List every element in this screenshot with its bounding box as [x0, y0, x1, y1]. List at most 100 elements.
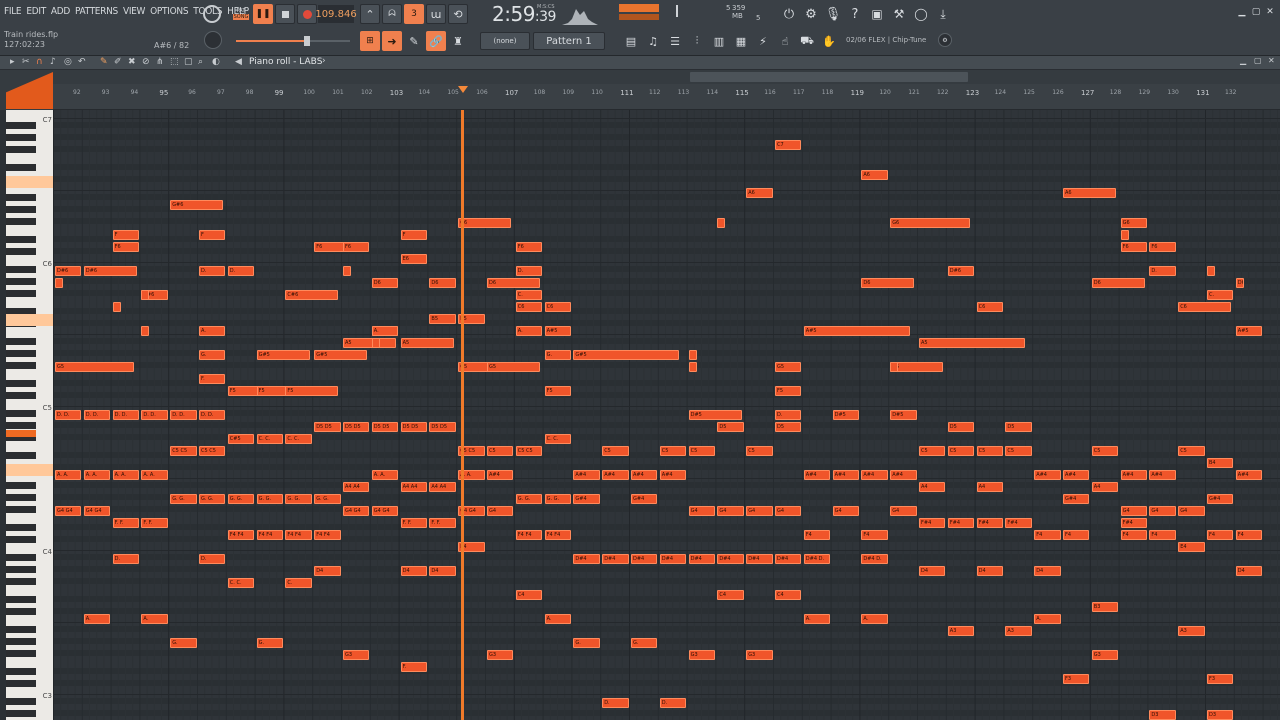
note[interactable]: D#5: [832, 410, 860, 420]
note[interactable]: A#4: [890, 470, 917, 480]
plugin-settings-icon[interactable]: ⚙: [938, 33, 952, 47]
note[interactable]: D4: [919, 566, 946, 576]
note[interactable]: D6: [1091, 278, 1145, 288]
note[interactable]: D.: [199, 266, 226, 276]
note[interactable]: C6: [515, 302, 543, 312]
note[interactable]: C.: [1207, 290, 1234, 300]
black-key[interactable]: [6, 122, 36, 129]
record-small-icon[interactable]: ◎: [64, 57, 72, 67]
time-ruler[interactable]: 92 93 94 95 96 97 98 99 100 101 102 103 104 105 106 107…: [53, 84, 1280, 110]
brush-icon[interactable]: ✐: [114, 57, 122, 67]
black-key[interactable]: [6, 338, 36, 345]
wrench-icon[interactable]: ✂: [22, 57, 30, 67]
black-key[interactable]: [6, 626, 36, 633]
note[interactable]: C5 C5: [199, 446, 226, 456]
note[interactable]: G#4: [631, 494, 658, 504]
highlighted-key[interactable]: [6, 314, 53, 326]
undo-icon[interactable]: ↶: [78, 57, 86, 67]
record-button[interactable]: [297, 4, 317, 24]
menu-file[interactable]: FILE: [4, 6, 22, 17]
black-key[interactable]: [6, 410, 36, 417]
note[interactable]: G. G.: [227, 494, 255, 504]
note[interactable]: G.: [573, 638, 600, 648]
black-key[interactable]: [6, 578, 36, 585]
black-key[interactable]: [6, 554, 36, 561]
note[interactable]: D5: [1005, 422, 1032, 432]
note[interactable]: [343, 266, 351, 276]
black-key[interactable]: [6, 146, 36, 153]
note[interactable]: G4: [1149, 506, 1176, 516]
note[interactable]: A3: [947, 626, 975, 636]
note[interactable]: B3: [1091, 602, 1119, 612]
note[interactable]: D. D.: [55, 410, 82, 420]
cart-icon[interactable]: ⛟: [798, 31, 816, 51]
note[interactable]: G#5: [573, 350, 680, 360]
note[interactable]: G.: [170, 638, 197, 648]
note[interactable]: G6: [1120, 218, 1148, 228]
note[interactable]: A6: [746, 188, 773, 198]
note[interactable]: C#5: [227, 434, 255, 444]
note[interactable]: F3: [1063, 674, 1090, 684]
note[interactable]: D#6: [83, 266, 137, 276]
note[interactable]: D5: [775, 422, 802, 432]
select-box-icon[interactable]: ▢: [184, 57, 193, 67]
note[interactable]: D#6: [55, 266, 82, 276]
note[interactable]: C#6: [285, 290, 339, 300]
note[interactable]: F5: [285, 386, 339, 396]
note[interactable]: A3: [1005, 626, 1032, 636]
note[interactable]: F.: [400, 662, 428, 672]
pr-minimize-icon[interactable]: ▁: [1240, 56, 1246, 65]
mute-icon[interactable]: ⊘: [142, 57, 150, 67]
note[interactable]: A#4: [1149, 470, 1176, 480]
note[interactable]: D6: [371, 278, 399, 288]
note[interactable]: G.: [256, 638, 284, 648]
note[interactable]: G3: [746, 650, 773, 660]
note[interactable]: D6: [487, 278, 540, 288]
note[interactable]: E6: [400, 254, 428, 264]
snap-icon[interactable]: ⊞: [360, 31, 380, 51]
note[interactable]: C5: [688, 446, 716, 456]
note[interactable]: D#4: [775, 554, 802, 564]
note[interactable]: D.: [775, 410, 802, 420]
note[interactable]: C5 C5: [170, 446, 197, 456]
master-volume-handle[interactable]: [304, 36, 310, 46]
note[interactable]: A4: [919, 482, 946, 492]
note[interactable]: [55, 278, 63, 288]
playhead[interactable]: [461, 110, 464, 720]
black-key[interactable]: [6, 350, 36, 357]
mixer-view-icon[interactable]: ⫶: [688, 31, 706, 51]
note[interactable]: G4: [1178, 506, 1205, 516]
record-mode-icon[interactable]: [203, 5, 221, 23]
note[interactable]: [717, 218, 726, 228]
note[interactable]: D4: [314, 566, 341, 576]
note[interactable]: C5: [919, 446, 946, 456]
note[interactable]: G3: [1091, 650, 1119, 660]
note[interactable]: C5: [659, 446, 687, 456]
menu-view[interactable]: VIEW: [123, 6, 145, 17]
note[interactable]: D4: [1235, 566, 1263, 576]
playhead-marker[interactable]: [458, 86, 468, 93]
note[interactable]: C6: [544, 302, 572, 312]
black-key[interactable]: [6, 668, 36, 675]
master-volume-slider[interactable]: [236, 36, 350, 46]
note[interactable]: G. G.: [285, 494, 312, 504]
black-key[interactable]: [6, 638, 36, 645]
note[interactable]: [890, 362, 899, 372]
note[interactable]: D6: [861, 278, 915, 288]
note[interactable]: G.: [544, 350, 572, 360]
note[interactable]: D5: [717, 422, 744, 432]
note[interactable]: D.: [659, 698, 687, 708]
note[interactable]: F.: [199, 374, 226, 384]
note[interactable]: A.: [199, 326, 226, 336]
note[interactable]: A.: [371, 326, 399, 336]
note[interactable]: B5: [429, 314, 456, 324]
note[interactable]: D5 D5: [371, 422, 399, 432]
note[interactable]: [371, 338, 380, 348]
note[interactable]: G5: [890, 362, 944, 372]
note[interactable]: F: [400, 230, 428, 240]
note[interactable]: G5: [775, 362, 802, 372]
black-key[interactable]: [6, 536, 36, 543]
select-icon[interactable]: ⬚: [170, 57, 179, 67]
note[interactable]: F4 F4: [285, 530, 312, 540]
black-key[interactable]: [6, 596, 36, 603]
